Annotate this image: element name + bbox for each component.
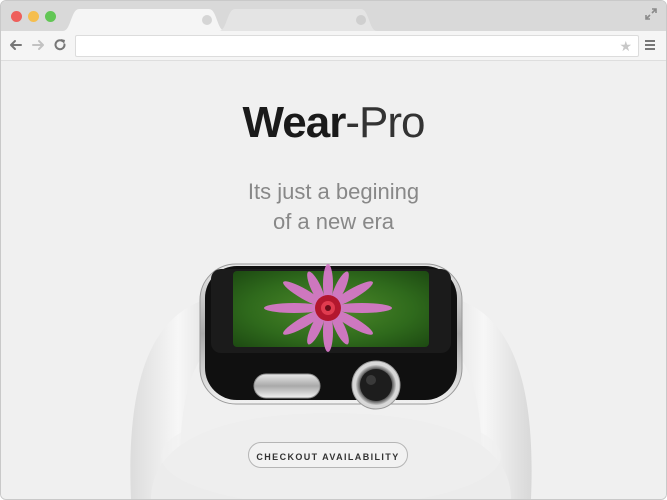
minimize-window-button[interactable] bbox=[28, 11, 39, 22]
reload-icon[interactable] bbox=[52, 37, 68, 53]
zoom-window-button[interactable] bbox=[45, 11, 56, 22]
forward-arrow-icon[interactable] bbox=[30, 37, 46, 53]
tab-inactive[interactable] bbox=[219, 9, 377, 31]
address-bar[interactable]: ★ bbox=[75, 35, 639, 57]
browser-window: ★ Wear-Pro Its just a begining of a new … bbox=[0, 0, 667, 500]
tab-close-icon[interactable] bbox=[356, 15, 366, 25]
tab-close-icon[interactable] bbox=[202, 15, 212, 25]
title-bar bbox=[1, 1, 666, 31]
side-button bbox=[253, 373, 321, 399]
browser-toolbar: ★ bbox=[1, 31, 666, 61]
web-page: Wear-Pro Its just a begining of a new er… bbox=[1, 61, 666, 499]
fullscreen-icon[interactable] bbox=[644, 7, 658, 21]
close-window-button[interactable] bbox=[11, 11, 22, 22]
bookmark-star-icon[interactable]: ★ bbox=[619, 38, 632, 54]
menu-icon[interactable] bbox=[644, 39, 656, 51]
tab-active[interactable] bbox=[63, 9, 225, 31]
back-arrow-icon[interactable] bbox=[8, 37, 24, 53]
checkout-availability-button[interactable]: CHECKOUT AVAILABILITY bbox=[248, 442, 408, 468]
smartwatch-image bbox=[130, 263, 532, 499]
